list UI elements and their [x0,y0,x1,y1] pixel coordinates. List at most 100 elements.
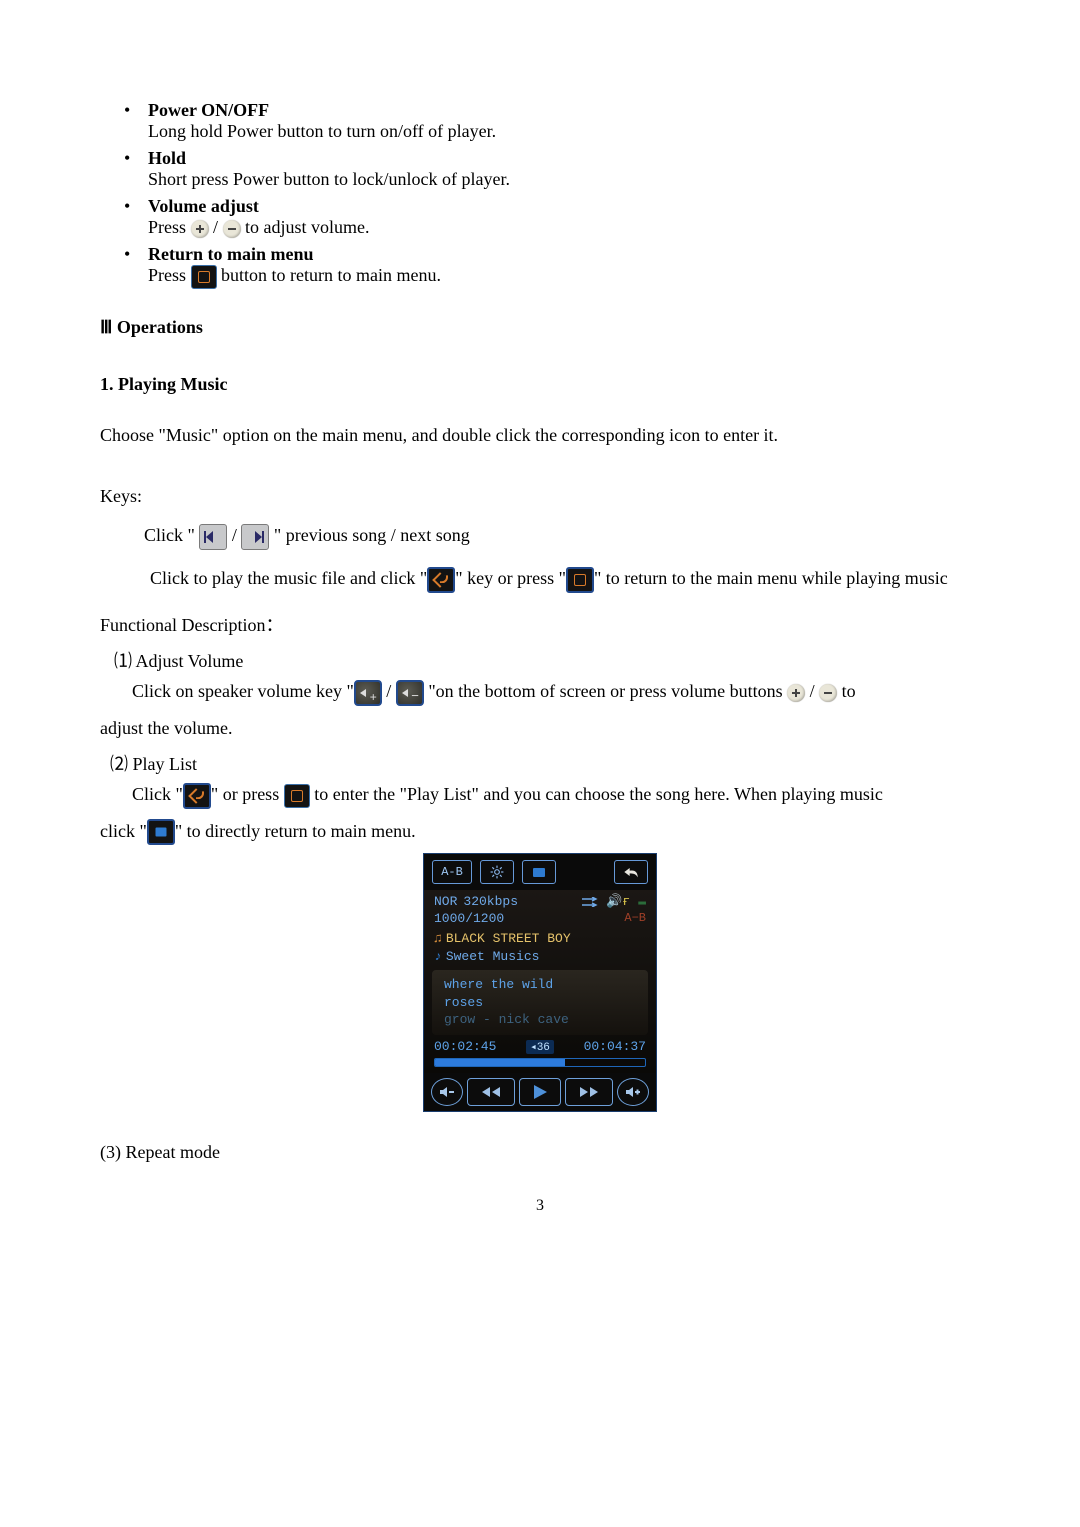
adj-vol-d: to [837,681,856,701]
adjust-volume-title: ⑴ Adjust Volume [114,647,980,673]
volume-down-icon [223,220,241,238]
speaker-volume-down-icon [396,680,424,706]
lyrics-icon [147,819,175,845]
menu-icon-2 [284,784,310,808]
adjust-volume-wrap: adjust the volume. [100,714,980,742]
menu-key-icon [566,567,594,593]
bullet-power-title: Power ON/OFF [148,100,269,120]
bullet-volume: Volume adjust Press / to adjust volume. [100,196,980,238]
keys-label: Keys: [100,486,980,507]
battery-icon: ▬ [638,894,646,909]
adj-vol-sep: / [382,681,396,701]
keys-row2-b: " key or press " [455,568,566,588]
play-list-body: Click " " or press to enter the "Play Lis… [132,780,980,809]
bullet-return-title: Return to main menu [148,244,314,264]
keys-row2-c: " to return to the main menu while playi… [594,568,948,588]
player-bitrate: 320kbps [463,894,518,909]
bullet-volume-title: Volume adjust [148,196,259,216]
player-ab-button[interactable]: A-B [432,860,472,884]
note-icon-2: ♪ [434,949,442,964]
player-lyrics-box: where the wild roses grow - nick cave [432,970,648,1035]
bullet-power-desc: Long hold Power button to turn on/off of… [148,121,496,141]
back-key-icon [427,567,455,593]
repeat-mode-title: (3) Repeat mode [100,1142,980,1163]
play-list-body-2: click " " to directly return to main menu… [100,817,980,846]
bullet-volume-sep: / [213,217,223,237]
player-back-button[interactable] [614,860,648,884]
pl-a: Click " [132,784,183,804]
play-list-title: ⑵ Play List [110,750,980,776]
player-lyrics-button[interactable] [522,860,556,884]
previous-icon [480,1085,502,1099]
note-icon: ♫ [434,931,442,946]
player-vol-down-button[interactable] [431,1078,463,1106]
player-time-row: 00:02:45 ◂36 00:04:37 [434,1039,646,1054]
lyric-line-2: roses [444,994,636,1012]
bullet-power: Power ON/OFF Long hold Power button to t… [100,100,980,142]
back-arrow-icon [623,865,639,879]
player-settings-button[interactable] [480,860,514,884]
shuffle-icon [582,897,598,907]
keys-prev-next-row: Click " / " previous song / next song [144,521,980,550]
next-song-icon [241,524,269,550]
menu-button-icon [191,265,217,289]
adjust-volume-body: Click on speaker volume key " / "on the … [132,677,980,706]
basic-ops-list: Power ON/OFF Long hold Power button to t… [100,100,980,289]
volume-up-icon [191,220,209,238]
player-total: 00:04:37 [584,1039,646,1054]
player-nor-label: NOR [434,894,457,909]
back-icon-2 [183,783,211,809]
adj-vol-c: / [805,681,819,701]
player-vol-up-button[interactable] [617,1078,649,1106]
keys-return-row: Click to play the music file and click "… [150,564,980,593]
keys-row1-sep: / [232,525,242,545]
previous-song-icon [199,524,227,550]
volume-up-button-icon [787,684,805,702]
pl-b: " or press [211,784,284,804]
bullet-hold-title: Hold [148,148,186,168]
player-bottom-controls [424,1073,656,1111]
speaker-small-icon: 🔊ғ [606,894,630,909]
pl-d: click " [100,821,147,841]
keys-row1-prefix: Click " [144,525,199,545]
lyric-line-3: grow - nick cave [444,1011,636,1029]
speaker-volume-up-icon [354,680,382,706]
player-play-button[interactable] [519,1078,561,1106]
player-next-button[interactable] [565,1078,613,1106]
speaker-plus-icon [625,1085,641,1099]
player-screenshot: A-B NOR 320kbps 🔊ғ ▬ 1000/1200 A−B ♫BLA [423,853,657,1112]
playing-music-intro: Choose "Music" option on the main menu, … [100,425,980,446]
next-icon [578,1085,600,1099]
subsection-playing-music: 1. Playing Music [100,374,980,395]
speaker-minus-icon [439,1085,455,1099]
player-track-title: ♫BLACK STREET BOY [434,931,646,946]
player-body: NOR 320kbps 🔊ғ ▬ 1000/1200 A−B ♫BLACK ST… [424,890,656,1073]
player-elapsed: 00:02:45 [434,1039,496,1054]
bullet-volume-prefix: Press [148,217,191,237]
player-prev-button[interactable] [467,1078,515,1106]
volume-down-button-icon [819,684,837,702]
bullet-hold-desc: Short press Power button to lock/unlock … [148,169,510,189]
player-top-bar: A-B [424,854,656,890]
player-track-sub: ♪Sweet Musics [434,949,646,964]
page-number: 3 [100,1197,980,1215]
bullet-return-prefix: Press [148,265,191,285]
bullet-return: Return to main menu Press button to retu… [100,244,980,289]
keys-row2-a: Click to play the music file and click " [150,568,427,588]
pl-c: to enter the "Play List" and you can cho… [310,784,883,804]
document-page: Power ON/OFF Long hold Power button to t… [0,0,1080,1255]
bullet-return-suffix: button to return to main menu. [221,265,441,285]
keys-row1-suffix: " previous song / next song [274,525,470,545]
pl-e: " to directly return to main menu. [175,821,416,841]
player-progress-bar[interactable] [434,1058,646,1067]
gear-icon [490,865,504,879]
player-volume-indicator: ◂36 [526,1040,554,1054]
bullet-hold: Hold Short press Power button to lock/un… [100,148,980,190]
bullet-volume-suffix: to adjust volume. [245,217,370,237]
player-status-row: NOR 320kbps 🔊ғ ▬ [434,894,646,909]
functional-description-label: Functional Description： [100,611,980,637]
adj-vol-a: Click on speaker volume key " [132,681,354,701]
section-3-heading: Ⅲ Operations [100,317,980,338]
lyric-line-1: where the wild [444,976,636,994]
play-icon [531,1084,549,1100]
